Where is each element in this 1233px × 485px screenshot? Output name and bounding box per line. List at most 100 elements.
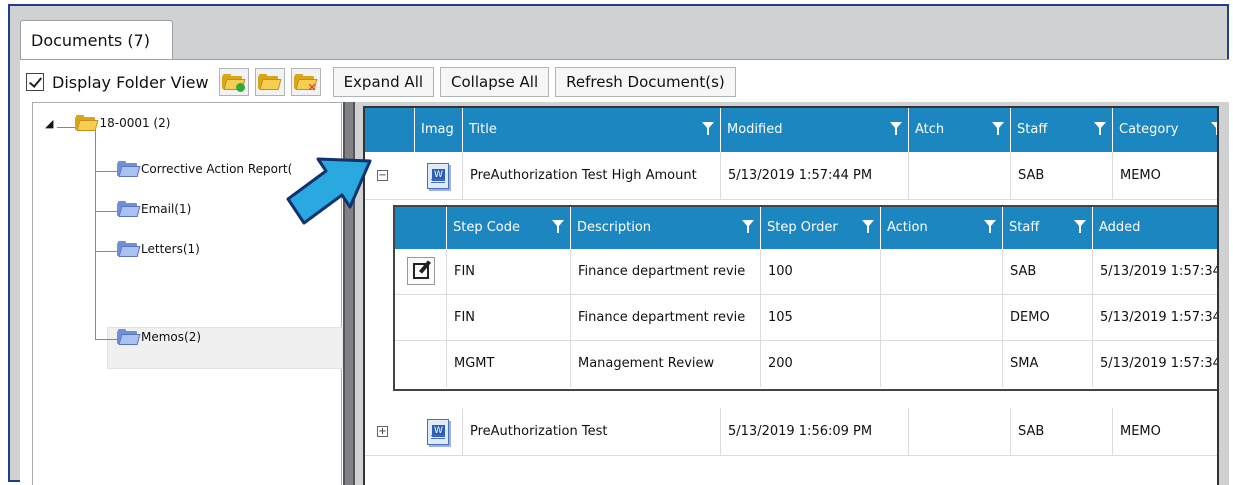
column-header-modified[interactable]: Modified bbox=[721, 108, 909, 152]
row-staff-cell: DEMO bbox=[1003, 295, 1093, 341]
row-modified-cell: 5/13/2019 1:57:44 PM bbox=[721, 152, 909, 200]
column-header-added[interactable]: Added bbox=[1093, 207, 1217, 249]
row-image-cell bbox=[415, 408, 463, 456]
column-header-description[interactable]: Description bbox=[571, 207, 761, 249]
column-header-label: Action bbox=[887, 220, 928, 235]
new-folder-button[interactable] bbox=[218, 68, 249, 96]
tree-item-letters[interactable]: Letters(1) bbox=[117, 241, 200, 257]
column-header-sub-staff[interactable]: Staff bbox=[1003, 207, 1093, 249]
grid-header: Imag Title Modified Atch Staff Category bbox=[365, 108, 1217, 152]
delete-folder-button[interactable]: ✕ bbox=[290, 68, 321, 96]
column-header-image[interactable]: Imag bbox=[415, 108, 463, 152]
filter-icon[interactable] bbox=[552, 220, 564, 234]
expand-row-icon[interactable]: + bbox=[377, 426, 388, 437]
column-header-label: Category bbox=[1119, 122, 1179, 137]
column-header-label: Atch bbox=[915, 122, 945, 137]
row-image-cell bbox=[415, 152, 463, 200]
row-title-cell: PreAuthorization Test High Amount bbox=[463, 152, 721, 200]
collapse-all-button[interactable]: Collapse All bbox=[440, 67, 550, 97]
row-staff-cell: SAB bbox=[1003, 249, 1093, 295]
row-title-cell: PreAuthorization Test bbox=[463, 408, 721, 456]
row-description-cell: Finance department revie bbox=[571, 249, 761, 295]
edit-step-button[interactable] bbox=[407, 257, 435, 285]
documents-grid: Imag Title Modified Atch Staff Category … bbox=[363, 106, 1219, 485]
filter-icon[interactable] bbox=[1094, 122, 1106, 136]
row-step-order-cell: 100 bbox=[761, 249, 881, 295]
filter-icon[interactable] bbox=[1211, 122, 1217, 136]
folder-icon bbox=[75, 115, 99, 131]
rename-folder-button[interactable] bbox=[254, 68, 285, 96]
column-header-label: Title bbox=[469, 122, 497, 137]
collapse-triangle-icon[interactable]: ◢ bbox=[45, 117, 53, 130]
tab-documents[interactable]: Documents (7) bbox=[20, 20, 173, 60]
column-header-label: Description bbox=[577, 220, 652, 235]
tree-item-label: Letters(1) bbox=[141, 242, 200, 256]
approval-steps-subgrid: Step Code Description Step Order Action … bbox=[393, 205, 1219, 391]
filter-icon[interactable] bbox=[890, 122, 902, 136]
column-header-action[interactable]: Action bbox=[881, 207, 1003, 249]
row-description-cell: Management Review bbox=[571, 341, 761, 387]
row-category-cell: MEMO bbox=[1120, 168, 1161, 183]
column-header-step-order[interactable]: Step Order bbox=[761, 207, 881, 249]
callout-arrow-icon bbox=[286, 157, 372, 225]
folder-icon bbox=[117, 161, 141, 177]
tree-root-label: 18-0001 (2) bbox=[99, 116, 171, 130]
refresh-documents-button[interactable]: Refresh Document(s) bbox=[555, 67, 736, 97]
column-header-label: Imag bbox=[421, 122, 454, 137]
documents-window: Documents (7) Display Folder View ✕ Expa… bbox=[8, 4, 1229, 485]
edit-icon bbox=[413, 260, 432, 279]
filter-icon[interactable] bbox=[862, 220, 874, 234]
column-header-title[interactable]: Title bbox=[463, 108, 721, 152]
column-header-staff[interactable]: Staff bbox=[1011, 108, 1113, 152]
documents-grid-pane: Imag Title Modified Atch Staff Category … bbox=[355, 102, 1229, 485]
row-atch-cell bbox=[909, 152, 1011, 200]
row-step-code-cell: FIN bbox=[447, 295, 571, 341]
tree-item-email[interactable]: Email(1) bbox=[117, 201, 191, 217]
tree-item-label: Email(1) bbox=[141, 202, 192, 216]
column-header-atch[interactable]: Atch bbox=[909, 108, 1011, 152]
tree-item-label: Corrective Action Report( bbox=[141, 162, 293, 176]
table-row[interactable]: MGMT Management Review 200 SMA 5/13/2019… bbox=[395, 341, 1219, 387]
row-atch-cell bbox=[909, 408, 1011, 456]
table-row[interactable]: FIN Finance department revie 105 DEMO 5/… bbox=[395, 295, 1219, 341]
tree-root[interactable]: ◢ 18-0001 (2) bbox=[45, 115, 170, 131]
expand-all-button[interactable]: Expand All bbox=[332, 67, 435, 97]
row-modified-cell: 5/13/2019 1:56:09 PM bbox=[721, 408, 909, 456]
row-category-cell: MEMO bbox=[1120, 424, 1161, 439]
filter-icon[interactable] bbox=[702, 122, 714, 136]
table-row[interactable]: − PreAuthorization Test High Amount 5/13… bbox=[365, 152, 1217, 200]
filter-icon[interactable] bbox=[992, 122, 1004, 136]
delete-badge-icon: ✕ bbox=[307, 81, 317, 94]
row-step-order-cell: 200 bbox=[761, 341, 881, 387]
row-action-cell bbox=[881, 249, 1003, 295]
tree-item-memos[interactable]: Memos(2) bbox=[117, 329, 201, 345]
column-header-expander bbox=[365, 108, 415, 152]
tree-item-corrective-action-report[interactable]: Corrective Action Report( bbox=[117, 161, 292, 177]
folder-icon bbox=[117, 241, 141, 257]
filter-icon[interactable] bbox=[742, 220, 754, 234]
folder-icon bbox=[117, 329, 141, 345]
row-action-cell bbox=[881, 341, 1003, 387]
row-edit-cell bbox=[395, 249, 447, 295]
collapse-row-icon[interactable]: − bbox=[377, 170, 388, 181]
column-header-label: Staff bbox=[1017, 122, 1048, 137]
subgrid-header: Step Code Description Step Order Action … bbox=[395, 207, 1217, 249]
column-header-label: Step Order bbox=[767, 220, 838, 235]
column-header-label: Added bbox=[1099, 220, 1141, 235]
tree-connector bbox=[95, 339, 117, 340]
row-added-cell: 5/13/2019 1:57:34 bbox=[1100, 356, 1219, 371]
table-row[interactable]: FIN Finance department revie 100 SAB 5/1… bbox=[395, 249, 1217, 295]
row-added-cell: 5/13/2019 1:57:34 bbox=[1100, 310, 1219, 325]
row-step-code-cell: FIN bbox=[447, 249, 571, 295]
table-row[interactable]: + PreAuthorization Test 5/13/2019 1:56:0… bbox=[365, 408, 1217, 456]
row-step-order-cell: 105 bbox=[761, 295, 881, 341]
row-expander-cell: + bbox=[365, 408, 415, 456]
column-header-step-code[interactable]: Step Code bbox=[447, 207, 571, 249]
column-header-edit bbox=[395, 207, 447, 249]
column-header-category[interactable]: Category bbox=[1113, 108, 1217, 152]
row-staff-cell: SAB bbox=[1011, 152, 1113, 200]
filter-icon[interactable] bbox=[1074, 220, 1086, 234]
display-folder-view-checkbox[interactable] bbox=[26, 73, 44, 91]
filter-icon[interactable] bbox=[984, 220, 996, 234]
word-document-icon bbox=[427, 419, 449, 445]
